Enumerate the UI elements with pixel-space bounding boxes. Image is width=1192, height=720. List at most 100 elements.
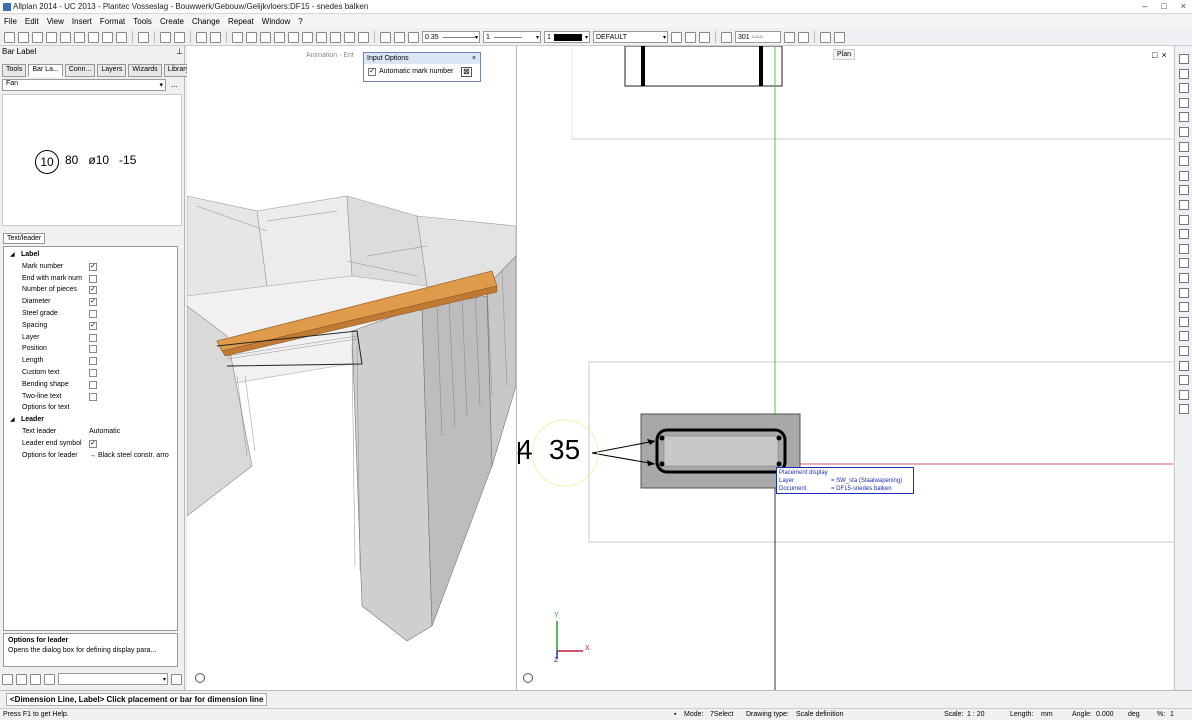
restore-view-button[interactable]: □	[1152, 50, 1157, 60]
copy-icon[interactable]	[102, 31, 113, 43]
layer-icon[interactable]	[1179, 170, 1189, 181]
print-preview-icon[interactable]	[74, 31, 85, 43]
tab-tools[interactable]: Tools	[2, 64, 27, 77]
tab-text-leader[interactable]: Text/leader	[3, 233, 46, 244]
percent-value[interactable]: 1	[1170, 711, 1174, 718]
property-checkbox[interactable]: ✓	[89, 262, 97, 271]
property-row[interactable]: Number of pieces ✓	[4, 285, 179, 296]
expand-icon[interactable]: ◢	[10, 416, 15, 423]
menu-window[interactable]: Window	[262, 17, 290, 26]
view-cube-icon[interactable]	[330, 31, 341, 43]
property-row[interactable]: Custom text	[4, 368, 179, 379]
property-checkbox[interactable]	[89, 369, 97, 377]
property-row[interactable]: Mark number ✓	[4, 262, 179, 273]
open-icon[interactable]	[18, 31, 29, 43]
properties-icon[interactable]	[798, 31, 809, 43]
property-checkbox[interactable]: ✓	[89, 286, 97, 295]
pen-icon[interactable]	[394, 31, 405, 43]
property-row[interactable]: Diameter ✓	[4, 297, 179, 308]
property-checkbox[interactable]	[89, 345, 97, 354]
property-row[interactable]: ◢ Leader	[4, 415, 179, 426]
navigation-icon[interactable]	[195, 673, 205, 683]
property-checkbox[interactable]	[89, 392, 97, 401]
zoom-all-icon[interactable]	[358, 31, 369, 43]
tab-connections[interactable]: Conn...	[64, 64, 96, 77]
property-value[interactable]: Automatic	[89, 428, 120, 435]
close-view-button[interactable]: ×	[1161, 50, 1166, 60]
format-icon[interactable]	[721, 31, 732, 43]
favorites-icon[interactable]	[16, 673, 27, 685]
link-icon[interactable]	[1179, 156, 1189, 167]
property-row[interactable]: Spacing ✓	[4, 321, 179, 332]
tool-3-icon[interactable]	[1179, 302, 1189, 313]
property-row[interactable]: Text leader Automatic	[4, 427, 179, 438]
navigation-icon[interactable]	[523, 673, 533, 683]
layer-select[interactable]: DEFAULT ▾	[593, 31, 668, 43]
maximize-button[interactable]: □	[1161, 1, 1166, 11]
pin-icon[interactable]: ⊥	[176, 47, 183, 58]
refresh-icon[interactable]	[196, 31, 207, 43]
tools-icon[interactable]	[171, 673, 182, 685]
reinforcement-icon[interactable]	[1179, 54, 1189, 64]
menu-create[interactable]: Create	[160, 17, 184, 26]
paste-icon[interactable]	[116, 31, 127, 43]
select-layer-icon[interactable]	[685, 31, 696, 43]
3d-view[interactable]: Animation · Ent	[187, 46, 516, 690]
sum-icon[interactable]	[1179, 375, 1189, 386]
bar-shape-icon[interactable]	[1179, 68, 1189, 79]
window-5-icon[interactable]	[302, 31, 313, 43]
mode-value[interactable]: 7Select	[710, 711, 733, 718]
property-row[interactable]: Options for leader → Black steel constr. …	[4, 451, 179, 462]
zoom-icon[interactable]	[210, 31, 221, 43]
property-checkbox[interactable]: ✓	[89, 321, 97, 330]
zoom-window-icon[interactable]	[344, 31, 355, 43]
auto-mark-number-checkbox[interactable]: ✓	[368, 67, 376, 76]
window-2-icon[interactable]	[246, 31, 257, 43]
family-more-button[interactable]: ...	[171, 80, 178, 89]
length-value[interactable]: mm	[1041, 711, 1053, 718]
property-row[interactable]: Bending shape	[4, 380, 179, 391]
tool-5-icon[interactable]	[1179, 331, 1189, 342]
fileset-icon[interactable]	[46, 31, 57, 43]
tab-wizards[interactable]: Wizards	[128, 64, 162, 77]
label-icon[interactable]	[1179, 243, 1189, 254]
mirror-icon[interactable]	[1179, 127, 1189, 137]
dimension-icon[interactable]	[1179, 112, 1189, 123]
menu-edit[interactable]: Edit	[25, 17, 39, 26]
tab-layers[interactable]: Layers	[97, 64, 127, 77]
line-style-icon[interactable]	[408, 31, 419, 43]
expand-icon[interactable]: ◢	[10, 251, 15, 258]
property-checkbox[interactable]	[89, 274, 97, 283]
property-row[interactable]: ◢ Label	[4, 250, 179, 261]
undo-icon[interactable]	[160, 31, 171, 43]
delete-icon[interactable]	[1179, 258, 1189, 269]
clipboard-icon[interactable]	[138, 31, 149, 43]
stirrup-icon[interactable]	[1179, 200, 1189, 210]
bend-icon[interactable]	[1179, 83, 1189, 94]
menu-file[interactable]: File	[4, 17, 17, 26]
color-select[interactable]: 1 ▾	[544, 31, 590, 43]
line-type-select[interactable]: 1 ———— ▾	[483, 31, 541, 43]
menu-view[interactable]: View	[47, 17, 64, 26]
property-checkbox[interactable]	[89, 380, 97, 389]
pencil-icon[interactable]	[2, 673, 13, 685]
window-3-icon[interactable]	[274, 31, 285, 43]
section-icon[interactable]	[1179, 214, 1189, 225]
property-row[interactable]: Steel grade	[4, 309, 179, 320]
redo-icon[interactable]	[174, 31, 185, 43]
property-row[interactable]: Options for text	[4, 403, 179, 414]
placement-icon[interactable]	[1179, 97, 1189, 108]
delete-icon[interactable]	[260, 31, 271, 43]
minimize-button[interactable]: –	[1142, 1, 1147, 11]
property-row[interactable]: Leader end symbol ✓	[4, 439, 179, 450]
property-checkbox[interactable]: ✓	[89, 298, 97, 307]
mesh-icon[interactable]	[1179, 185, 1189, 196]
cut-icon[interactable]	[88, 31, 99, 43]
menu-tools[interactable]: Tools	[133, 17, 152, 26]
tool-4-icon[interactable]	[1179, 316, 1189, 327]
property-row[interactable]: Position	[4, 344, 179, 355]
property-row[interactable]: Two-line text	[4, 392, 179, 403]
property-row[interactable]: End with mark num	[4, 274, 179, 285]
window-6-icon[interactable]	[316, 31, 327, 43]
print-icon[interactable]	[60, 31, 71, 43]
